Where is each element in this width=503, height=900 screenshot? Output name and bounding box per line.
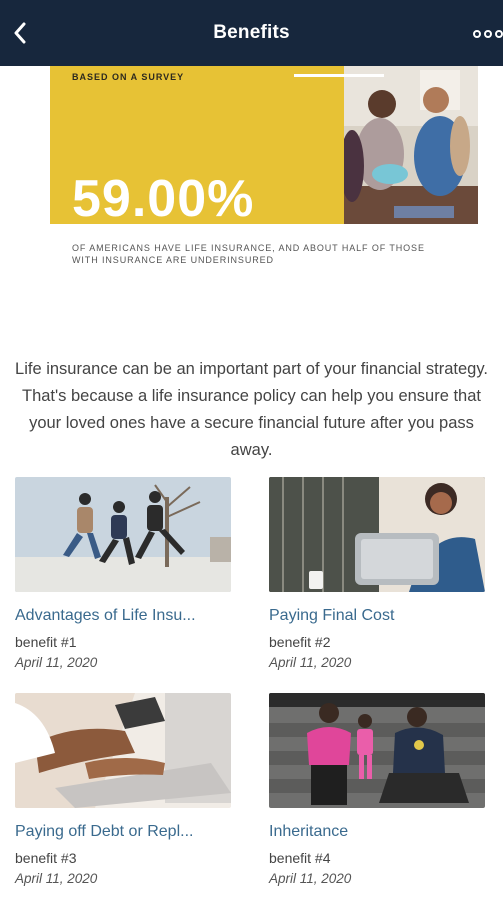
banner-caption: OF AMERICANS HAVE LIFE INSURANCE, AND AB… (72, 243, 425, 265)
more-options-button[interactable] (473, 24, 503, 44)
woman-with-laptop-image (269, 477, 485, 592)
banner-divider (294, 74, 384, 77)
benefit-card[interactable]: Advantages of Life Insu... benefit #1 Ap… (15, 477, 231, 672)
card-title[interactable]: Paying off Debt or Repl... (15, 821, 231, 843)
more-dots-icon-dot-3 (495, 30, 503, 38)
benefit-thumbnail[interactable] (269, 477, 485, 592)
card-title[interactable]: Inheritance (269, 821, 485, 843)
benefit-card[interactable]: Inheritance benefit #4 April 11, 2020 (269, 693, 485, 888)
benefit-thumbnail[interactable] (15, 693, 231, 808)
back-button[interactable] (8, 18, 32, 48)
jumping-people-image (15, 477, 231, 592)
survey-stat: 59.00% (72, 170, 255, 224)
banner-photo (344, 66, 478, 224)
card-date: April 11, 2020 (269, 871, 352, 886)
banner-yellow-panel: BASED ON A SURVEY 59.00% (50, 66, 344, 224)
card-subtitle: benefit #4 (269, 850, 331, 866)
card-date: April 11, 2020 (269, 655, 352, 670)
survey-banner: BASED ON A SURVEY 59.00% (50, 66, 478, 224)
survey-label: BASED ON A SURVEY (72, 72, 185, 82)
card-title[interactable]: Paying Final Cost (269, 605, 485, 627)
card-date: April 11, 2020 (15, 871, 98, 886)
family-on-stairs-image (269, 693, 485, 808)
card-subtitle: benefit #3 (15, 850, 77, 866)
benefit-thumbnail[interactable] (15, 477, 231, 592)
family-photo-image (344, 66, 478, 224)
benefit-thumbnail[interactable] (269, 693, 485, 808)
page-title: Benefits (213, 22, 290, 43)
benefit-card[interactable]: Paying off Debt or Repl... benefit #3 Ap… (15, 693, 231, 888)
chevron-left-icon (14, 22, 26, 44)
credit-card-laptop-image (15, 693, 231, 808)
more-dots-icon-dot-2 (484, 30, 492, 38)
card-subtitle: benefit #1 (15, 634, 77, 650)
benefit-card[interactable]: Paying Final Cost benefit #2 April 11, 2… (269, 477, 485, 672)
more-dots-icon (473, 30, 481, 38)
app-header: Benefits (0, 0, 503, 66)
card-date: April 11, 2020 (15, 655, 98, 670)
intro-text: Life insurance can be an important part … (15, 360, 488, 459)
card-title[interactable]: Advantages of Life Insu... (15, 605, 231, 627)
card-subtitle: benefit #2 (269, 634, 331, 650)
